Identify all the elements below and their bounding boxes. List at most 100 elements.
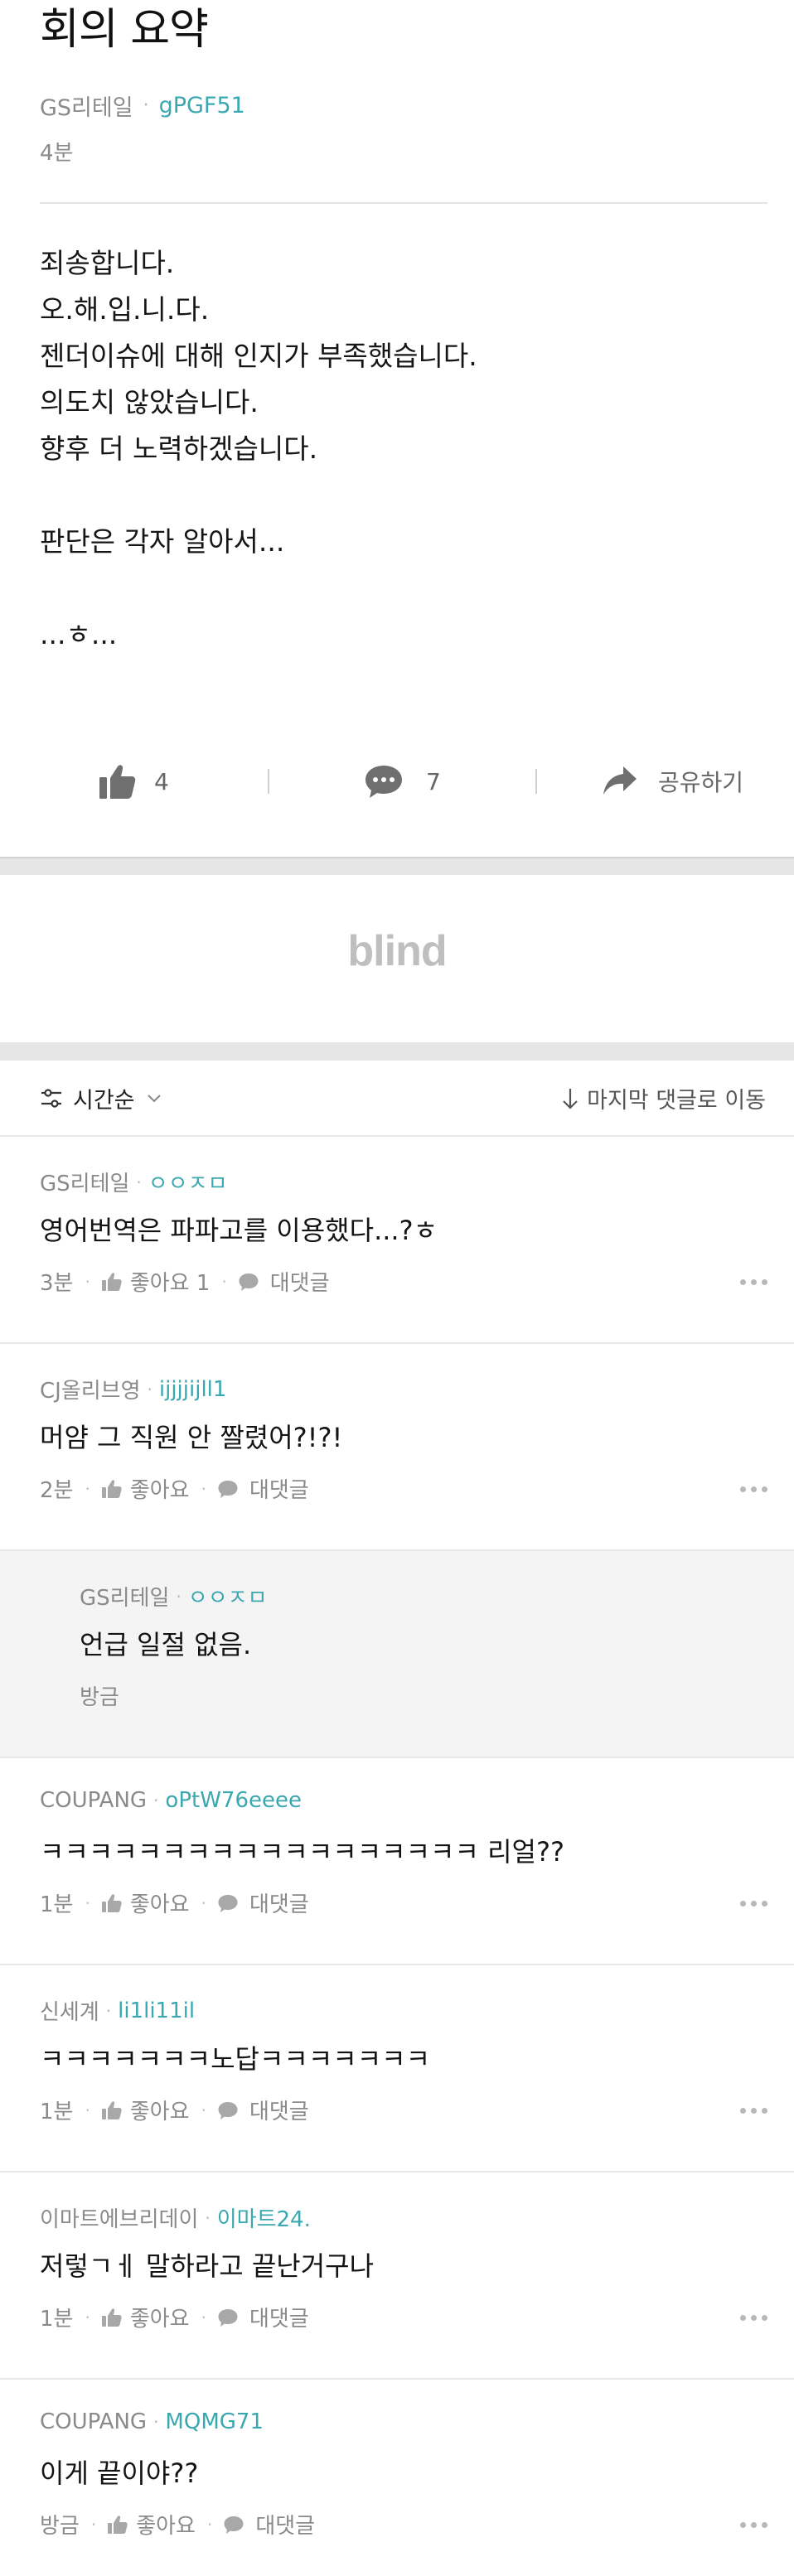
comment-nickname[interactable]: ㅇㅇㅈㅁ: [188, 1581, 268, 1612]
divider: [40, 202, 767, 204]
more-options-icon[interactable]: [735, 2522, 767, 2528]
comment-author: CJ올리브영 · ijjjjijll1: [40, 1374, 226, 1404]
more-options-icon[interactable]: [735, 1901, 767, 1907]
sliders-icon: [41, 1088, 61, 1108]
comment-company: 이마트에브리데이: [40, 2207, 199, 2232]
share-arrow-icon: [603, 766, 637, 795]
more-options-icon[interactable]: [735, 2315, 767, 2321]
comment-nickname[interactable]: 이마트24.: [217, 2202, 311, 2233]
divider: [535, 769, 537, 794]
share-button[interactable]: 공유하기: [603, 756, 743, 807]
comment-reply-label: 대댓글: [249, 1478, 309, 1503]
comment-nickname[interactable]: MQMG71: [165, 2409, 264, 2434]
comment-text: 저렇ㄱㅔ 말하라고 끝난거구나: [40, 2250, 375, 2282]
comment-time: 1분: [40, 2100, 74, 2124]
comment-reply-button[interactable]: 대댓글: [218, 1887, 309, 1918]
chevron-down-icon: [147, 1094, 161, 1102]
post: 회의 요약 GS리테일 · gPGF51 4분 죄송합니다. 오.해.입.니.다…: [0, 0, 794, 857]
speech-bubble-icon: [218, 1480, 238, 1498]
jump-label: 마지막 댓글로 이동: [587, 1088, 766, 1114]
comment: 이마트에브리데이 · 이마트24. 저렇ㄱㅔ 말하라고 끝난거구나 1분 · 좋아요 · 대댓글: [0, 2172, 794, 2380]
comment-like-button[interactable]: 좋아요: [101, 1887, 190, 1918]
sort-dropdown[interactable]: 시간순: [40, 1082, 172, 1114]
meta-separator: ·: [85, 1478, 90, 1499]
comment-text: 머얌 그 직원 안 짤렸어?!?!: [40, 1422, 343, 1453]
comment-time: 방금: [80, 1685, 119, 1710]
post-company: GS리테일: [40, 95, 133, 121]
post-body-line: 젠더이슈에 대해 인지가 부족했습니다.: [40, 340, 477, 372]
meta-separator: ·: [206, 2514, 213, 2535]
comment-author: GS리테일 · ㅇㅇㅈㅁ: [80, 1581, 267, 1612]
comment-button[interactable]: 7: [365, 756, 441, 807]
comment-reply-button[interactable]: 대댓글: [239, 1266, 330, 1297]
comment-company: GS리테일: [40, 1172, 130, 1196]
comment-time: 1분: [40, 2307, 74, 2332]
comment-like-button[interactable]: 좋아요: [108, 2509, 196, 2540]
speech-bubble-icon: [218, 2101, 238, 2119]
more-options-icon[interactable]: [735, 2108, 767, 2114]
comment-text: 언급 일절 없음.: [80, 1629, 252, 1660]
meta-separator: ·: [201, 1892, 206, 1913]
meta-separator: ·: [85, 1892, 90, 1913]
comment-like-label: 좋아요: [136, 2514, 196, 2539]
thumbs-up-icon: [101, 2100, 122, 2119]
comment-nickname[interactable]: ijjjjijll1: [159, 1377, 227, 1402]
comment-time: 방금: [40, 2514, 80, 2539]
post-author: GS리테일 · gPGF51: [40, 89, 245, 122]
meta-separator: ·: [147, 1379, 153, 1399]
comment: COUPANG · oPtW76eeee ㅋㅋㅋㅋㅋㅋㅋㅋㅋㅋㅋㅋㅋㅋㅋㅋㅋㅋ 리얼?…: [0, 1758, 794, 1965]
meta-separator: ·: [221, 1271, 227, 1292]
comment-footer: 3분 · 좋아요 1 · 대댓글: [40, 1266, 330, 1297]
comment-author: COUPANG · MQMG71: [40, 2409, 264, 2434]
comment-like-button[interactable]: 좋아요: [101, 1473, 190, 1504]
comment-nickname[interactable]: ㅇㅇㅈㅁ: [148, 1167, 228, 1197]
comment-reply-label: 대댓글: [255, 2514, 316, 2539]
reply-comment: GS리테일 · ㅇㅇㅈㅁ 언급 일절 없음. 방금: [0, 1551, 794, 1758]
comment-reply-label: 대댓글: [249, 2100, 309, 2124]
comment-author: 신세계 · li1li11il: [40, 1995, 195, 2026]
speech-bubble-icon: [224, 2516, 244, 2534]
comment-company: CJ올리브영: [40, 1379, 141, 1404]
meta-separator: ·: [153, 1791, 159, 1810]
comment-footer: 방금: [80, 1680, 119, 1711]
meta-separator: ·: [85, 1271, 90, 1292]
comment-reply-button[interactable]: 대댓글: [218, 2302, 309, 2332]
ad-banner[interactable]: blind: [0, 875, 794, 1042]
comment-like-button[interactable]: 좋아요 1: [101, 1266, 211, 1297]
post-time: 4분: [40, 141, 74, 166]
comment-reply-button[interactable]: 대댓글: [218, 2095, 309, 2125]
comment-footer: 방금 · 좋아요 · 대댓글: [40, 2509, 315, 2540]
meta-separator: ·: [201, 2307, 206, 2327]
comment: 신세계 · li1li11il ㅋㅋㅋㅋㅋㅋㅋ노답ㅋㅋㅋㅋㅋㅋㅋ 1분 · 좋아요 · 대댓글: [0, 1965, 794, 2172]
post-title: 회의 요약: [40, 5, 209, 55]
meta-separator: ·: [201, 2100, 206, 2120]
comment-reply-label: 대댓글: [249, 2307, 309, 2332]
comment-like-label: 좋아요: [129, 1478, 190, 1503]
more-options-icon[interactable]: [735, 1279, 767, 1285]
post-body-line: [40, 472, 477, 519]
comment-like-button[interactable]: 좋아요: [101, 2095, 190, 2125]
post-body: 죄송합니다. 오.해.입.니.다. 젠더이슈에 대해 인지가 부족했습니다. 의…: [40, 240, 477, 658]
comment-time: 2분: [40, 1478, 74, 1503]
comment-time: 1분: [40, 1892, 74, 1917]
comment-reply-label: 대댓글: [269, 1271, 330, 1296]
meta-separator: ·: [143, 95, 149, 116]
comment-nickname[interactable]: oPtW76eeee: [165, 1788, 302, 1813]
post-body-line: ...ㅎ...: [40, 618, 118, 650]
comment-author: GS리테일 · ㅇㅇㅈㅁ: [40, 1167, 227, 1197]
section-separator: [0, 1042, 794, 1061]
comment-reply-button[interactable]: 대댓글: [218, 1473, 309, 1504]
meta-separator: ·: [90, 2514, 97, 2535]
comment: GS리테일 · ㅇㅇㅈㅁ 영어번역은 파파고를 이용했다...?ㅎ 3분 · 좋아요 1 · 대…: [0, 1137, 794, 1344]
comment-nickname[interactable]: li1li11il: [118, 1998, 195, 2023]
post-nickname[interactable]: gPGF51: [159, 93, 245, 118]
comment-footer: 2분 · 좋아요 · 대댓글: [40, 1473, 309, 1504]
more-options-icon[interactable]: [735, 1486, 767, 1492]
like-button[interactable]: 4: [99, 756, 169, 807]
comment-reply-button[interactable]: 대댓글: [224, 2509, 315, 2540]
jump-to-last-comment[interactable]: 마지막 댓글로 이동: [562, 1082, 766, 1114]
comment-like-label: 좋아요 1: [129, 1271, 211, 1296]
comment: CJ올리브영 · ijjjjijll1 머얌 그 직원 안 짤렸어?!?! 2분 · 좋아요…: [0, 1344, 794, 1551]
comment-like-button[interactable]: 좋아요: [101, 2302, 190, 2332]
comment-author: 이마트에브리데이 · 이마트24.: [40, 2202, 311, 2233]
